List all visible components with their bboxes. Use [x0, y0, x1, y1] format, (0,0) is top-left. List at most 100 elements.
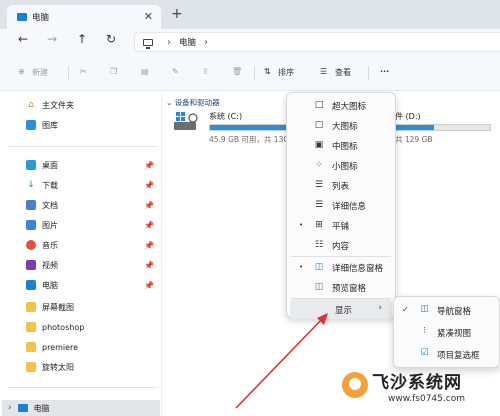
sidebar-item-label: premiere	[42, 342, 79, 352]
sidebar-item-downloads[interactable]: ↓ 下载 📌	[0, 175, 162, 195]
menu-item-show[interactable]: 显示 ›	[290, 299, 392, 319]
menu-item-content[interactable]: ☷ 内容	[287, 235, 395, 255]
watermark-logo-icon	[342, 372, 368, 398]
sidebar-item-label: 旋转太阳	[42, 362, 74, 372]
breadcrumb[interactable]: › 电脑 ›	[134, 32, 500, 52]
music-icon	[26, 240, 36, 250]
sidebar-divider	[8, 387, 158, 388]
more-options-button[interactable]: ···	[380, 67, 389, 76]
sidebar-item-videos[interactable]: 视频 📌	[0, 255, 162, 275]
paste-icon[interactable]: ▤	[141, 67, 149, 76]
gallery-icon	[26, 120, 36, 130]
compact-view-icon: ⁝	[423, 326, 426, 336]
up-button[interactable]: ↑	[77, 32, 87, 46]
toolbar-divider	[368, 66, 369, 80]
checkmark-icon: ✓	[402, 305, 409, 314]
sidebar-item-label: 图片	[42, 220, 58, 230]
desktop-icon	[26, 160, 36, 170]
view-icon[interactable]: ☰	[320, 67, 327, 76]
sidebar-item-gallery[interactable]: 图库	[0, 115, 162, 135]
menu-item-large-icons[interactable]: □ 大图标	[287, 115, 395, 135]
share-icon[interactable]: ⇪	[202, 67, 209, 76]
menu-item-details[interactable]: ☰ 详细信息	[287, 195, 395, 215]
back-button[interactable]: ←	[18, 32, 28, 46]
video-icon	[26, 260, 36, 270]
menu-item-medium-icons[interactable]: ▣ 中图标	[287, 135, 395, 155]
menu-item-details-pane[interactable]: • ◫ 详细信息窗格	[287, 257, 395, 277]
sidebar-item-label: 音乐	[42, 240, 58, 250]
folder-icon	[26, 342, 36, 352]
menu-item-list[interactable]: ☰ 列表	[287, 175, 395, 195]
new-icon[interactable]: ⊕	[18, 67, 25, 76]
pin-icon[interactable]: 📌	[144, 161, 154, 170]
sidebar-item-desktop[interactable]: 桌面 📌	[0, 155, 162, 175]
sidebar-item-computer[interactable]: 电脑 📌	[0, 275, 162, 295]
cut-icon[interactable]: ✂	[80, 67, 87, 76]
sidebar-item-documents[interactable]: 文档 📌	[0, 195, 162, 215]
folder-icon	[26, 362, 36, 372]
sidebar-item-photoshop[interactable]: photoshop	[0, 317, 162, 337]
pin-icon[interactable]: 📌	[144, 261, 154, 270]
menu-item-small-icons[interactable]: ⁘ 小图标	[287, 155, 395, 175]
sidebar-item-pictures[interactable]: 图片 📌	[0, 215, 162, 235]
computer-icon	[17, 404, 28, 412]
watermark-url: www.fs0745.com	[388, 394, 465, 404]
copy-icon[interactable]: ❐	[110, 67, 117, 76]
preview-pane-icon: ◫	[314, 282, 324, 292]
expand-chevron-icon[interactable]: ›	[8, 403, 12, 413]
menu-item-extra-large-icons[interactable]: □ 超大图标	[287, 95, 395, 115]
sidebar-item-home[interactable]: ⌂ 主文件夹	[0, 95, 162, 115]
sidebar-item-premiere[interactable]: premiere	[0, 337, 162, 357]
large-icons-icon: □	[314, 120, 324, 130]
sidebar-item-screenshots[interactable]: 屏幕截图	[0, 297, 162, 317]
pin-icon[interactable]: 📌	[144, 281, 154, 290]
watermark-title: 飞沙系统网	[372, 373, 462, 393]
new-tab-button[interactable]: +	[171, 6, 183, 22]
menu-item-preview-pane[interactable]: ◫ 预览窗格	[287, 277, 395, 297]
pin-icon[interactable]: 📌	[144, 241, 154, 250]
sidebar-item-label: 下载	[42, 180, 58, 190]
download-icon: ↓	[27, 180, 35, 190]
drive-usage-fill	[396, 125, 434, 130]
collapse-chevron-icon[interactable]: ⌄	[166, 98, 172, 107]
breadcrumb-chevron-icon[interactable]: ›	[204, 37, 208, 48]
sidebar-item-rotating-sun[interactable]: 旋转太阳	[0, 357, 162, 377]
forward-button[interactable]: →	[47, 32, 57, 46]
breadcrumb-location[interactable]: 电脑	[179, 36, 196, 48]
menu-item-tiles[interactable]: • ⊞ 平铺	[287, 215, 395, 235]
sort-button[interactable]: 排序	[278, 67, 294, 78]
close-tab-icon[interactable]: ✕	[144, 10, 153, 23]
submenu-item-compact-view[interactable]: ⁝ 紧凑视图	[394, 321, 499, 343]
group-header[interactable]: ⌄ 设备和驱动器	[166, 97, 220, 108]
content-icon: ☷	[314, 240, 324, 250]
computer-icon	[143, 38, 153, 49]
pin-icon[interactable]: 📌	[144, 181, 154, 190]
submenu-item-item-checkboxes[interactable]: ☑ 项目复选框	[394, 343, 499, 365]
drive-info: 45.9 GB 可用，共 130	[209, 135, 289, 144]
view-button[interactable]: 查看	[335, 67, 351, 78]
drive-usage-bar	[395, 124, 491, 131]
sidebar-divider	[8, 146, 158, 147]
pin-icon[interactable]: 📌	[144, 221, 154, 230]
show-submenu: ✓ ◫ 导航窗格 ⁝ 紧凑视图 ☑ 项目复选框	[393, 296, 500, 368]
sidebar-item-label: 电脑	[42, 280, 58, 290]
new-button[interactable]: 新建	[32, 67, 48, 78]
submenu-item-navigation-pane[interactable]: ✓ ◫ 导航窗格	[394, 299, 499, 321]
sort-icon[interactable]: ⇅	[264, 67, 271, 76]
submenu-chevron-icon: ›	[378, 303, 382, 313]
medium-icons-icon: ▣	[314, 140, 324, 150]
refresh-button[interactable]: ↻	[106, 32, 116, 46]
pin-icon[interactable]: 📌	[144, 201, 154, 210]
breadcrumb-chevron-icon[interactable]: ›	[167, 37, 171, 48]
sidebar-item-this-pc[interactable]: › 电脑	[2, 400, 160, 416]
sidebar-item-music[interactable]: 音乐 📌	[0, 235, 162, 255]
delete-icon[interactable]: 🗑	[232, 67, 242, 76]
details-icon: ☰	[314, 200, 324, 210]
sidebar-item-label: 桌面	[42, 160, 58, 170]
sidebar-item-label: 视频	[42, 260, 58, 270]
rename-icon[interactable]: ✎	[172, 67, 179, 76]
view-menu: □ 超大图标 □ 大图标 ▣ 中图标 ⁘ 小图标 ☰ 列表 ☰ 详细信息 • ⊞…	[286, 92, 396, 319]
selected-dot-icon: •	[299, 263, 304, 271]
tab-computer[interactable]: 电脑 ✕	[7, 5, 161, 29]
details-pane-icon: ◫	[314, 262, 324, 272]
